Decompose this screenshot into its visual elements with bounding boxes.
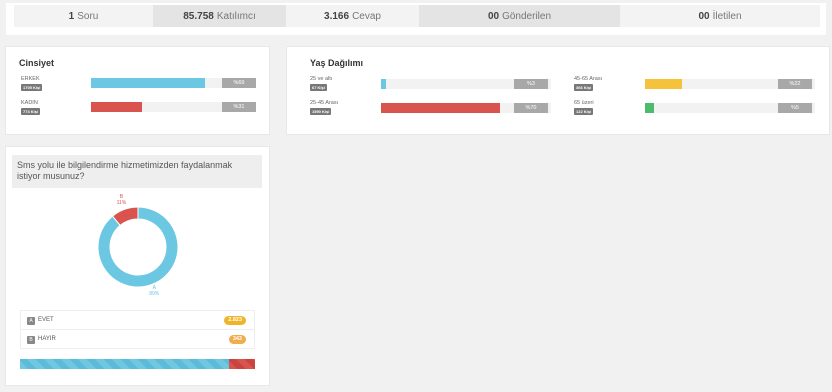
donut-label-hayir-pct: 11%: [117, 200, 127, 206]
stat-questions: 1 Soru: [14, 5, 153, 27]
age-label-25-45: 25-45 Arası: [310, 100, 339, 106]
gender-pct-female: %31: [222, 102, 256, 112]
age-count-under25: 67 Kişi: [310, 84, 327, 91]
age-fill-over65: [645, 103, 654, 113]
poll-stacked-bar: [20, 359, 255, 369]
gender-count-female: 774 Kişi: [21, 108, 41, 115]
age-pct-25-45: %70: [514, 103, 548, 113]
gender-card: Cinsiyet ERKEK 1705 Kişi %69 KADIN 774 K…: [5, 46, 270, 135]
age-count-over65: 122 Kişi: [574, 108, 594, 115]
age-title: Yaş Dağılımı: [310, 58, 364, 68]
gender-label-male: ERKEK: [21, 76, 40, 82]
poll-question: Sms yolu ile bilgilendirme hizmetimizden…: [12, 155, 262, 188]
gender-pct-male: %69: [222, 78, 256, 88]
stats-bar: 1 Soru 85.758 Katılımcı 3.166 Cevap 00 Gönde…: [14, 5, 820, 27]
donut-slice-evet[interactable]: [97, 206, 179, 288]
option-count-yes: 2.823: [224, 316, 246, 325]
age-card: Yaş Dağılımı 25 ve altı 67 Kişi %3 25-45…: [286, 46, 830, 135]
gender-title: Cinsiyet: [19, 58, 55, 68]
poll-donut-chart: B11%A89%: [97, 194, 179, 297]
option-letter-b: B: [27, 336, 35, 344]
donut-label-evet-pct: 89%: [149, 291, 160, 297]
option-label-no: HAYIR: [38, 336, 56, 342]
age-fill-45-65: [645, 79, 683, 89]
option-count-no: 343: [228, 335, 246, 344]
age-label-over65: 65 üzeri: [574, 100, 594, 106]
age-label-45-65: 45-65 Arası: [574, 76, 603, 82]
age-label-under25: 25 ve altı: [310, 76, 333, 82]
gender-fill-male: [91, 78, 205, 88]
age-fill-25-45: [381, 103, 500, 113]
poll-option-yes[interactable]: A EVET 2.823: [20, 310, 255, 330]
age-pct-over65: %5: [778, 103, 812, 113]
gender-fill-female: [91, 102, 143, 112]
stat-sent: 00 Gönderilen: [419, 5, 620, 27]
gender-label-female: KADIN: [21, 100, 38, 106]
stat-answers: 3.166 Cevap: [286, 5, 419, 27]
option-label-yes: EVET: [38, 317, 54, 323]
age-fill-under25: [381, 79, 387, 89]
option-letter-a: A: [27, 317, 35, 325]
age-count-45-65: 366 Kişi: [574, 84, 594, 91]
gender-count-male: 1705 Kişi: [21, 84, 43, 91]
stat-delivered: 00 İletilen: [620, 5, 820, 27]
stat-participants: 85.758 Katılımcı: [153, 5, 286, 27]
age-count-25-45: 1590 Kişi: [310, 108, 332, 115]
stacked-segment-no: [229, 359, 255, 369]
poll-option-no[interactable]: B HAYIR 343: [20, 329, 255, 349]
age-pct-45-65: %22: [778, 79, 812, 89]
age-pct-under25: %3: [514, 79, 548, 89]
stacked-segment-yes: [20, 359, 230, 369]
